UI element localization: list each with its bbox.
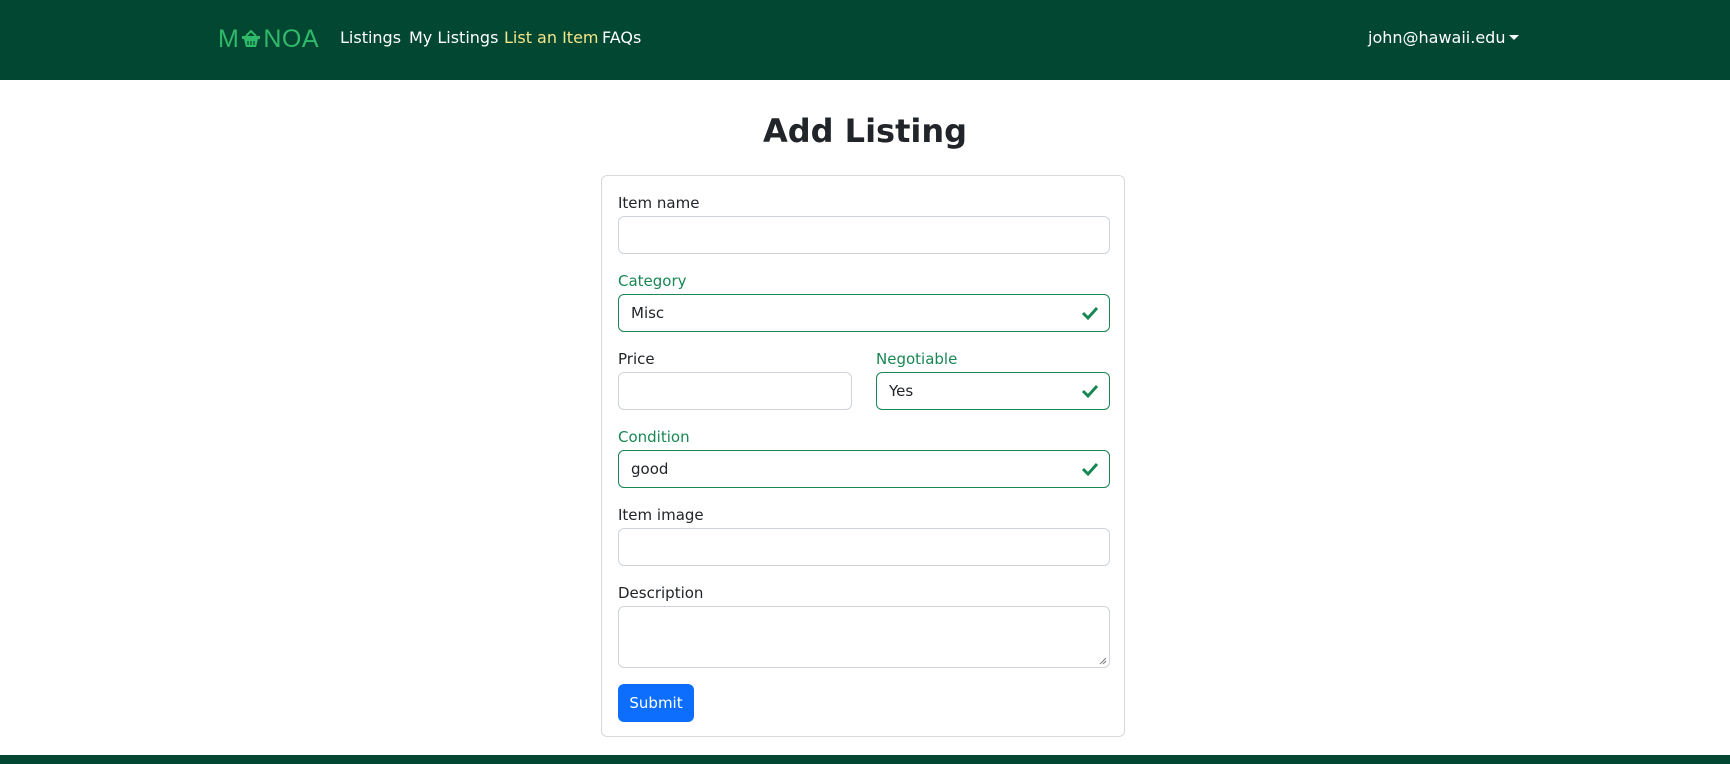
nav-link-listings[interactable]: Listings [340,28,401,47]
item-image-label: Item image [618,506,704,524]
nav-link-list-an-item[interactable]: List an Item [504,28,599,47]
basket-icon [242,29,261,47]
resize-handle-icon[interactable] [1097,655,1107,665]
negotiable-value: Yes [889,382,914,400]
price-label: Price [618,350,655,368]
brand-text-right: NOA [263,24,320,53]
item-name-input[interactable] [618,216,1110,254]
check-icon [1081,306,1099,321]
brand-logo[interactable]: M NOA [218,23,319,55]
condition-value: good [631,460,669,478]
condition-label: Condition [618,428,690,446]
category-value: Misc [631,304,665,322]
top-navbar: M NOA Listings My Listings List an Item … [0,0,1730,80]
item-image-input[interactable] [618,528,1110,566]
nav-link-my-listings[interactable]: My Listings [409,28,498,47]
category-select[interactable]: Misc [618,294,1110,332]
item-name-label: Item name [618,194,700,212]
category-label: Category [618,272,687,290]
negotiable-label: Negotiable [876,350,958,368]
nav-link-faqs[interactable]: FAQs [602,28,641,47]
user-email: john@hawaii.edu [1368,28,1506,47]
description-textarea[interactable] [618,606,1110,668]
footer-bar [0,755,1730,764]
description-label: Description [618,584,704,602]
negotiable-select[interactable]: Yes [876,372,1110,410]
check-icon [1081,462,1099,477]
check-icon [1081,384,1099,399]
page-title: Add Listing [762,112,968,150]
caret-down-icon [1509,35,1520,40]
user-dropdown[interactable]: john@hawaii.edu [1368,28,1520,47]
submit-button[interactable]: Submit [618,684,694,722]
brand-text-left: M [218,24,240,53]
price-input[interactable] [618,372,852,410]
condition-select[interactable]: good [618,450,1110,488]
